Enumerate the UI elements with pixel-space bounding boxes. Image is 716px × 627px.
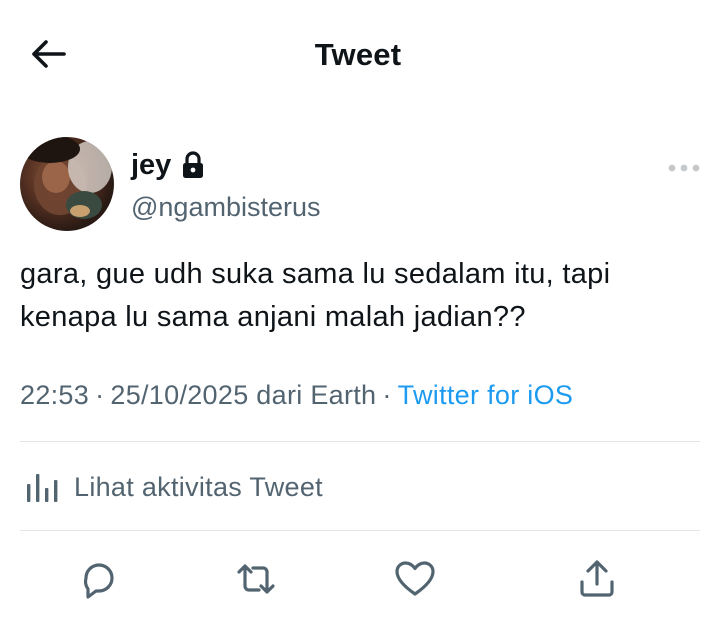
meta-separator: · — [382, 380, 392, 410]
reply-icon — [83, 563, 114, 599]
display-name: jey — [131, 149, 172, 181]
tweet-text-line: kenapa lu sama anjani malah jadian?? — [20, 301, 526, 333]
author-name[interactable]: jey — [131, 149, 205, 182]
activity-label: Lihat aktivitas Tweet — [74, 471, 323, 502]
divider — [20, 530, 700, 531]
share-button[interactable] — [574, 556, 620, 602]
view-tweet-activity-button[interactable]: Lihat aktivitas Tweet — [24, 467, 323, 507]
tweet-text-line: gara, gue udh suka sama lu sedalam itu, … — [20, 258, 611, 290]
share-icon — [580, 560, 614, 597]
more-options-button[interactable] — [664, 158, 704, 178]
page-title: Tweet — [314, 37, 402, 72]
avatar-image — [20, 137, 112, 219]
lock-icon — [181, 150, 205, 181]
tweet-text: gara, gue udh suka sama lu sedalam itu, … — [20, 253, 710, 339]
like-button[interactable] — [392, 556, 438, 602]
tweet-time[interactable]: 22:53 — [20, 380, 89, 410]
more-horizontal-icon — [668, 164, 700, 172]
retweet-button[interactable] — [233, 556, 279, 602]
tweet-date-location[interactable]: 25/10/2025 dari Earth — [110, 380, 376, 410]
heart-icon — [395, 561, 435, 596]
analytics-icon — [27, 474, 58, 502]
divider — [20, 441, 700, 442]
tweet-meta: 22:53 · 25/10/2025 dari Earth · Twitter for … — [20, 380, 573, 411]
avatar[interactable] — [20, 137, 114, 231]
retweet-icon — [237, 564, 275, 594]
tweet-source-link[interactable]: Twitter for iOS — [398, 380, 574, 410]
reply-button[interactable] — [76, 556, 122, 602]
top-bar: Tweet — [0, 0, 716, 110]
meta-separator: · — [95, 380, 105, 410]
author-handle[interactable]: @ngambisterus — [131, 192, 321, 223]
